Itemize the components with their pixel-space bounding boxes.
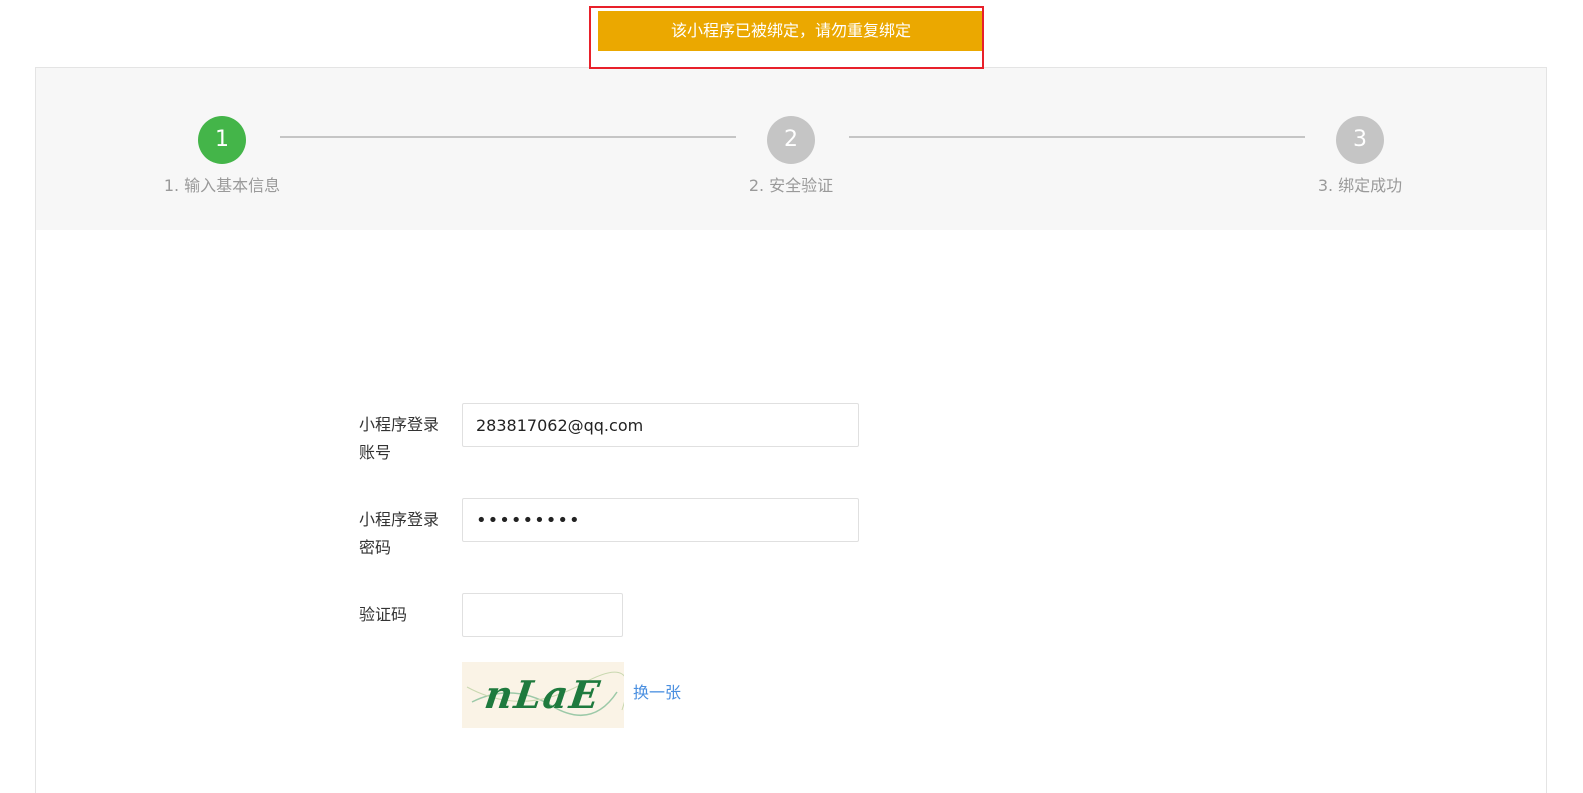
step-1-label: 1. 输入基本信息 (163, 176, 281, 195)
steps-bar: 1 1. 输入基本信息 2 2. 安全验证 3 3. 绑定成功 (36, 68, 1546, 230)
step-1-circle: 1 (198, 116, 246, 164)
toast-highlight-box (589, 6, 984, 69)
captcha-image[interactable]: nLaE (462, 662, 624, 728)
step-3-circle: 3 (1336, 116, 1384, 164)
step-connector-1 (280, 136, 736, 138)
step-3-label: 3. 绑定成功 (1317, 176, 1403, 195)
captcha-label: 验证码 (359, 605, 408, 624)
bind-miniprogram-page: 该小程序已被绑定，请勿重复绑定 1 1. 输入基本信息 2 2. 安全验证 3 … (0, 0, 1583, 793)
refresh-captcha-link[interactable]: 换一张 (633, 681, 681, 705)
captcha-input[interactable] (462, 593, 623, 637)
password-input[interactable] (462, 498, 859, 542)
step-connector-2 (849, 136, 1305, 138)
step-2-circle: 2 (767, 116, 815, 164)
password-label: 小程序登录密码 (359, 510, 440, 557)
account-label: 小程序登录账号 (359, 415, 440, 462)
account-input[interactable] (462, 403, 859, 447)
step-2-label: 2. 安全验证 (748, 176, 834, 195)
captcha-image-text: nLaE (481, 672, 605, 717)
